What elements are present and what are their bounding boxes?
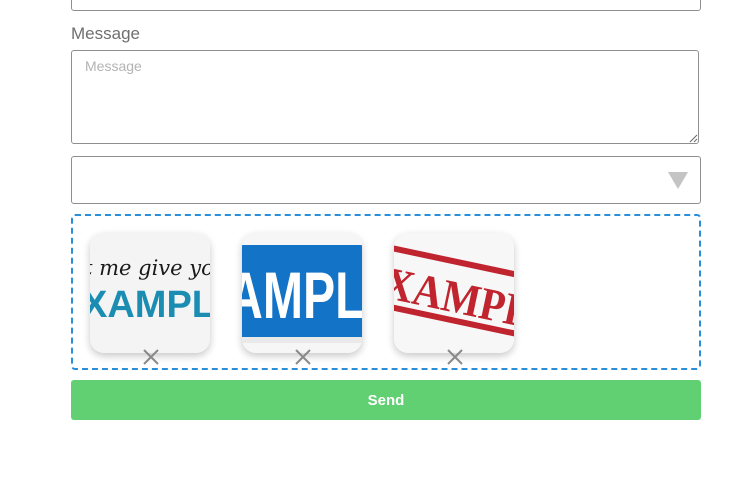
message-label: Message: [71, 24, 140, 43]
contact-form-page: Message t me give you XAMPL: [0, 0, 756, 479]
attachment-thumbnail[interactable]: AMPLI: [242, 233, 362, 353]
svg-text:XAMPL: XAMPL: [90, 284, 210, 326]
blue-sample-image: AMPLI: [242, 233, 362, 353]
close-icon[interactable]: [294, 348, 312, 366]
message-textarea[interactable]: [71, 50, 699, 144]
file-dropzone[interactable]: t me give you XAMPL AMPLI: [71, 214, 701, 370]
svg-text:AMPLI: AMPLI: [242, 258, 362, 332]
send-button[interactable]: Send: [71, 380, 701, 420]
previous-input-field[interactable]: [71, 0, 701, 11]
attachment-thumbnail[interactable]: XAMPL: [394, 233, 514, 353]
svg-text:t me give you: t me give you: [90, 256, 210, 280]
attachment-thumbnail[interactable]: t me give you XAMPL: [90, 233, 210, 353]
category-select[interactable]: [71, 156, 701, 204]
close-icon[interactable]: [446, 348, 464, 366]
close-icon[interactable]: [142, 348, 160, 366]
script-sample-image: t me give you XAMPL: [90, 233, 210, 353]
red-stamp-sample-image: XAMPL: [394, 233, 514, 353]
resize-grip-icon[interactable]: [689, 134, 698, 143]
triangle-down-icon[interactable]: [668, 172, 688, 189]
